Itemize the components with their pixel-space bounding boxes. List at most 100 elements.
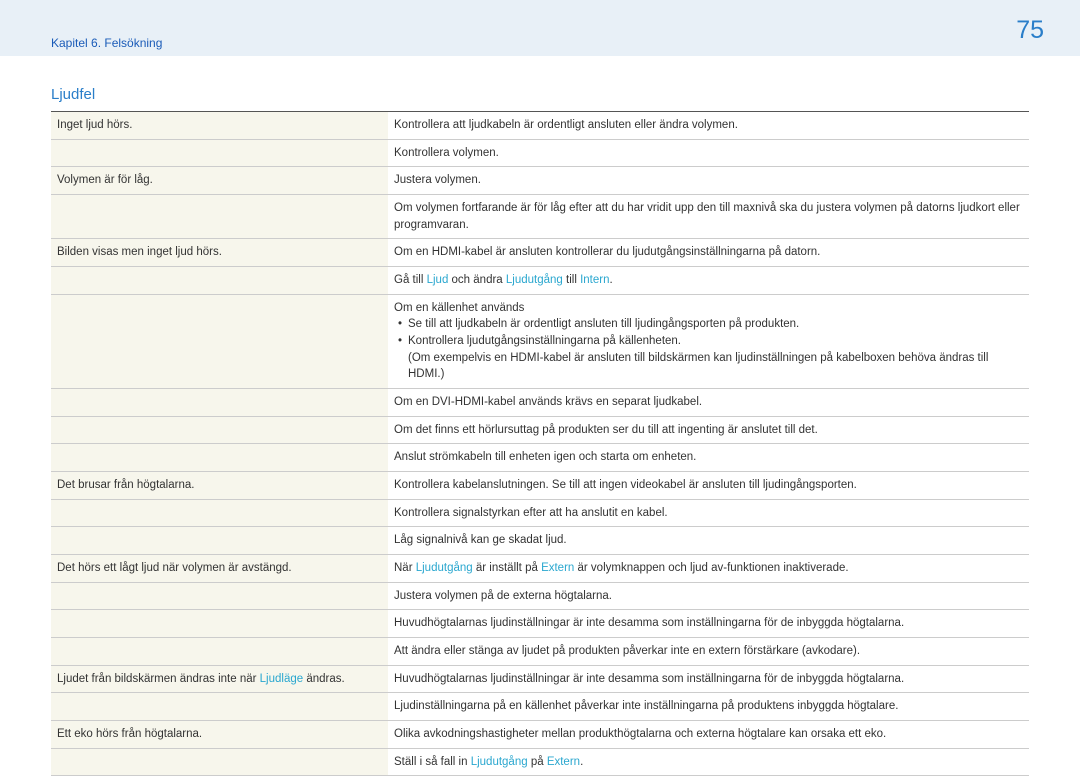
problem-text: Ljudet från bildskärmen ändras inte när bbox=[57, 673, 260, 685]
problem-cell: Volymen är för låg. bbox=[51, 167, 388, 195]
problem-cell: Ett eko hörs från högtalarna. bbox=[51, 721, 388, 749]
solution-text: När bbox=[394, 562, 416, 574]
solution-text: på bbox=[528, 756, 547, 768]
solution-text: Om volymen fortfarande är för låg efter … bbox=[394, 202, 1020, 231]
solution-cell: Ljudinställningarna på en källenhet påve… bbox=[388, 693, 1029, 721]
solution-cell: Olika avkodningshastigheter mellan produ… bbox=[388, 721, 1029, 749]
solution-text: Att ändra eller stänga av ljudet på prod… bbox=[394, 645, 860, 657]
table-row: Volymen är för låg. Justera volymen. bbox=[51, 167, 1029, 195]
solution-cell: Huvudhögtalarnas ljudinställningar är in… bbox=[388, 610, 1029, 638]
solution-cell: Huvudhögtalarnas ljudinställningar är in… bbox=[388, 665, 1029, 693]
solution-cell: Ställ i så fall in Ljudutgång på Extern. bbox=[388, 748, 1029, 776]
problem-cell bbox=[51, 582, 388, 610]
problem-cell bbox=[51, 294, 388, 388]
highlight-term: Intern bbox=[580, 274, 609, 286]
problem-cell bbox=[51, 389, 388, 417]
solution-cell: Kontrollera volymen. bbox=[388, 139, 1029, 167]
problem-cell bbox=[51, 638, 388, 666]
problem-cell: Bilden visas men inget ljud hörs. bbox=[51, 239, 388, 267]
page-header: Kapitel 6. Felsökning 75 bbox=[0, 0, 1080, 56]
highlight-term: Ljudläge bbox=[260, 673, 303, 685]
solution-cell: Anslut strömkabeln till enheten igen och… bbox=[388, 444, 1029, 472]
solution-text: . bbox=[609, 274, 612, 286]
solution-text: Låg signalnivå kan ge skadat ljud. bbox=[394, 534, 567, 546]
problem-cell: Det hörs ett lågt ljud när volymen är av… bbox=[51, 555, 388, 583]
solution-cell: Gå till Ljud och ändra Ljudutgång till I… bbox=[388, 267, 1029, 295]
solution-text: Justera volymen på de externa högtalarna… bbox=[394, 590, 612, 602]
solution-text: Kontrollera signalstyrkan efter att ha a… bbox=[394, 507, 668, 519]
problem-cell bbox=[51, 195, 388, 239]
solution-intro: Om en källenhet används bbox=[394, 300, 1023, 317]
solution-text: är inställt på bbox=[473, 562, 541, 574]
solution-text: Anslut strömkabeln till enheten igen och… bbox=[394, 451, 696, 463]
table-row: Justera volymen på de externa högtalarna… bbox=[51, 582, 1029, 610]
problem-cell: Inget ljud hörs. bbox=[51, 112, 388, 140]
solution-note: (Om exempelvis en HDMI-kabel är ansluten… bbox=[394, 350, 1023, 383]
table-row: Att ändra eller stänga av ljudet på prod… bbox=[51, 638, 1029, 666]
table-row: Ljudinställningarna på en källenhet påve… bbox=[51, 693, 1029, 721]
problem-cell: Ljudet från bildskärmen ändras inte när … bbox=[51, 665, 388, 693]
problem-text: ändras. bbox=[303, 673, 345, 685]
solution-cell: Om volymen fortfarande är för låg efter … bbox=[388, 195, 1029, 239]
table-row: Ett eko hörs från högtalarna. Olika avkod… bbox=[51, 721, 1029, 749]
table-row: Kontrollera volymen. bbox=[51, 139, 1029, 167]
solution-text: Om det finns ett hörlursuttag på produkt… bbox=[394, 424, 818, 436]
solution-text: Kontrollera volymen. bbox=[394, 147, 499, 159]
solution-text: Ställ i så fall in bbox=[394, 756, 471, 768]
solution-cell: Låg signalnivå kan ge skadat ljud. bbox=[388, 527, 1029, 555]
table-row: Kontrollera signalstyrkan efter att ha a… bbox=[51, 499, 1029, 527]
solution-text: Ljudinställningarna på en källenhet påve… bbox=[394, 700, 898, 712]
problem-cell bbox=[51, 444, 388, 472]
solution-cell: Om en DVI-HDMI-kabel används krävs en se… bbox=[388, 389, 1029, 417]
solution-text: Huvudhögtalarnas ljudinställningar är in… bbox=[394, 617, 904, 629]
solution-text: Olika avkodningshastigheter mellan produ… bbox=[394, 728, 886, 740]
solution-text: Huvudhögtalarnas ljudinställningar är in… bbox=[394, 673, 904, 685]
table-row: Huvudhögtalarnas ljudinställningar är in… bbox=[51, 610, 1029, 638]
highlight-term: Extern bbox=[547, 756, 580, 768]
solution-cell: Kontrollera kabelanslutningen. Se till a… bbox=[388, 472, 1029, 500]
highlight-term: Ljudutgång bbox=[416, 562, 473, 574]
problem-cell bbox=[51, 748, 388, 776]
highlight-term: Ljud bbox=[427, 274, 449, 286]
bullet-item: Se till att ljudkabeln är ordentligt ans… bbox=[394, 316, 1023, 333]
table-row: Det brusar från högtalarna.Kontrollera k… bbox=[51, 472, 1029, 500]
solution-text: Justera volymen. bbox=[394, 174, 481, 186]
bullet-item: Kontrollera ljudutgångsinställningarna p… bbox=[394, 333, 1023, 350]
solution-cell: Om det finns ett hörlursuttag på produkt… bbox=[388, 416, 1029, 444]
table-row: Om en källenhet användsSe till att ljudk… bbox=[51, 294, 1029, 388]
table-row: Om det finns ett hörlursuttag på produkt… bbox=[51, 416, 1029, 444]
solution-cell: Justera volymen på de externa högtalarna… bbox=[388, 582, 1029, 610]
table-row: Anslut strömkabeln till enheten igen och… bbox=[51, 444, 1029, 472]
table-row: Bilden visas men inget ljud hörs. Om en H… bbox=[51, 239, 1029, 267]
troubleshooting-table: Inget ljud hörs.Kontrollera att ljudkabe… bbox=[51, 111, 1029, 776]
solution-text: är volymknappen och ljud av-funktionen i… bbox=[574, 562, 848, 574]
chapter-title: Kapitel 6. Felsökning bbox=[51, 36, 162, 50]
solution-cell: Om en källenhet användsSe till att ljudk… bbox=[388, 294, 1029, 388]
solution-cell: Att ändra eller stänga av ljudet på prod… bbox=[388, 638, 1029, 666]
section-title: Ljudfel bbox=[51, 86, 1029, 103]
problem-cell: Det brusar från högtalarna. bbox=[51, 472, 388, 500]
solution-cell: När Ljudutgång är inställt på Extern är … bbox=[388, 555, 1029, 583]
table-row: Om volymen fortfarande är för låg efter … bbox=[51, 195, 1029, 239]
main-content: Ljudfel Inget ljud hörs.Kontrollera att … bbox=[0, 56, 1080, 776]
solution-cell: Kontrollera signalstyrkan efter att ha a… bbox=[388, 499, 1029, 527]
problem-cell bbox=[51, 416, 388, 444]
highlight-term: Ljudutgång bbox=[506, 274, 563, 286]
solution-cell: Kontrollera att ljudkabeln är ordentligt… bbox=[388, 112, 1029, 140]
problem-cell bbox=[51, 267, 388, 295]
table-row: Låg signalnivå kan ge skadat ljud. bbox=[51, 527, 1029, 555]
solution-cell: Justera volymen. bbox=[388, 167, 1029, 195]
highlight-term: Extern bbox=[541, 562, 574, 574]
solution-cell: Om en HDMI-kabel är ansluten kontrollera… bbox=[388, 239, 1029, 267]
solution-text: Om en DVI-HDMI-kabel används krävs en se… bbox=[394, 396, 702, 408]
problem-cell bbox=[51, 139, 388, 167]
solution-text: . bbox=[580, 756, 583, 768]
table-row: Inget ljud hörs.Kontrollera att ljudkabe… bbox=[51, 112, 1029, 140]
problem-cell bbox=[51, 527, 388, 555]
solution-text: Om en HDMI-kabel är ansluten kontrollera… bbox=[394, 246, 820, 258]
problem-cell bbox=[51, 499, 388, 527]
table-row: Ljudet från bildskärmen ändras inte när … bbox=[51, 665, 1029, 693]
table-row: Om en DVI-HDMI-kabel används krävs en se… bbox=[51, 389, 1029, 417]
table-row: Gå till Ljud och ändra Ljudutgång till I… bbox=[51, 267, 1029, 295]
solution-text: och ändra bbox=[448, 274, 506, 286]
